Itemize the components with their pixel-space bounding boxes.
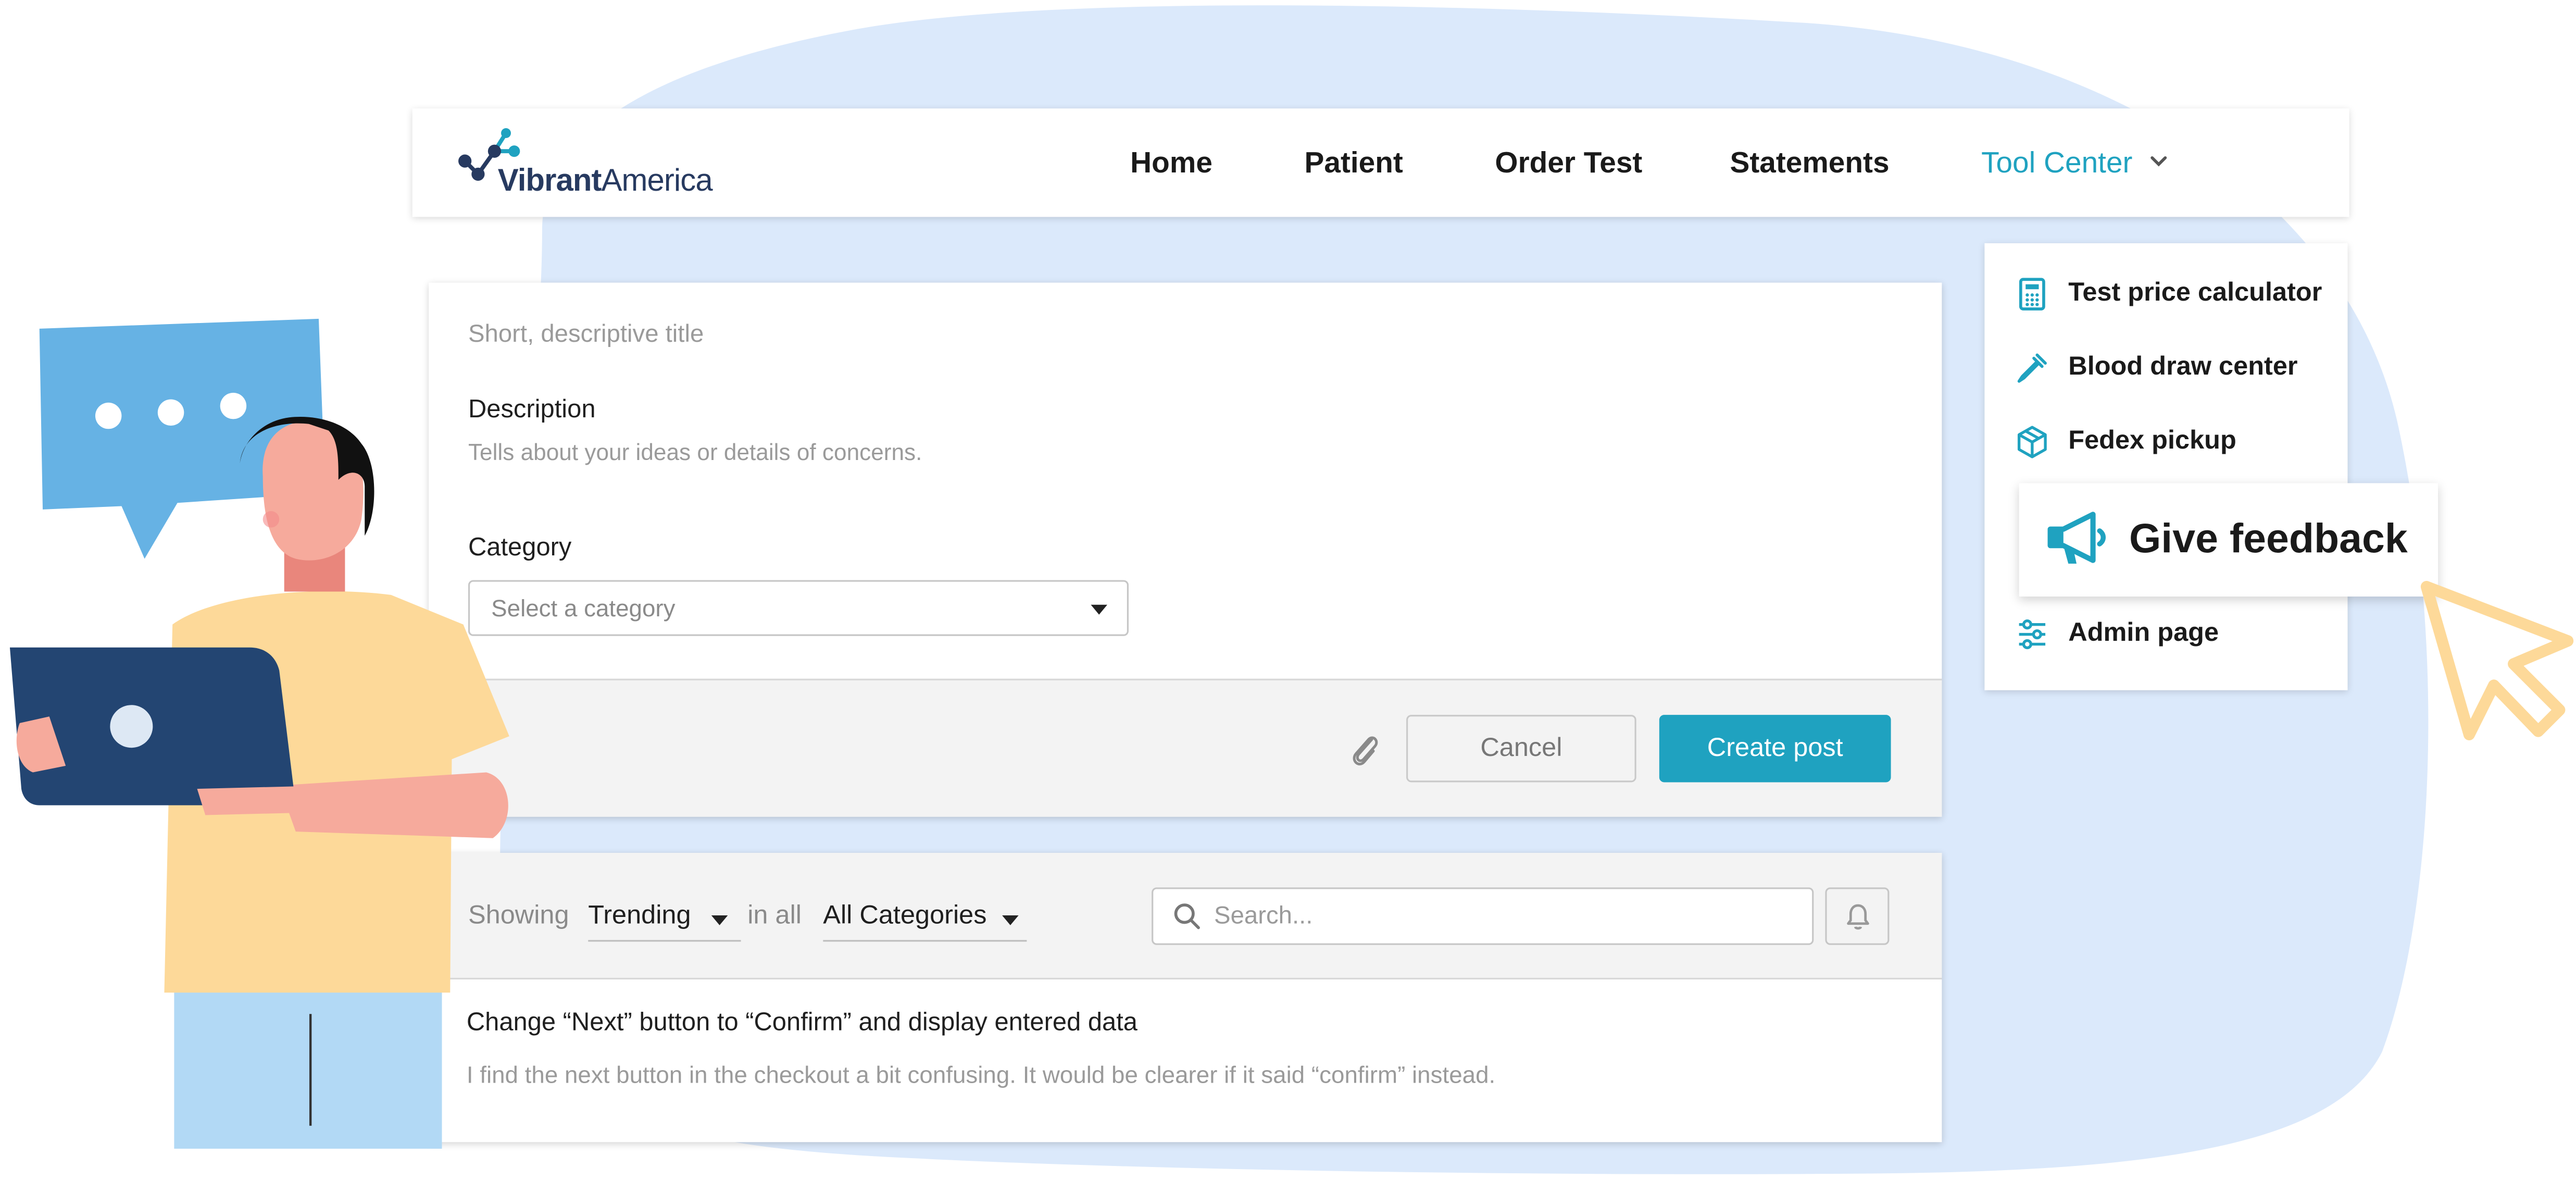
nav-item-patient[interactable]: Patient	[1305, 146, 1403, 181]
brand-logo[interactable]: VibrantAmerica	[455, 128, 718, 201]
megaphone-icon	[2047, 512, 2106, 564]
search-icon	[1174, 903, 1200, 929]
nav-item-statements[interactable]: Statements	[1730, 146, 1889, 181]
sort-dropdown[interactable]: Trending	[588, 902, 741, 942]
category-select[interactable]: Select a category	[468, 580, 1129, 636]
menu-item-label: Admin page	[2068, 619, 2219, 648]
menu-item-label: Blood draw center	[2068, 353, 2298, 381]
stage: VibrantAmerica Home Patient Order Test S…	[0, 0, 2576, 1178]
post-item-title[interactable]: Change “Next” button to “Confirm” and di…	[467, 1009, 1137, 1039]
top-navbar: VibrantAmerica Home Patient Order Test S…	[412, 108, 2349, 217]
brand-name-bold: Vibrant	[497, 164, 602, 199]
post-list-card: Showing Trending in all All Categories S…	[429, 853, 1942, 1143]
post-item-body: I find the next button in the checkout a…	[466, 1063, 1496, 1090]
sliders-icon	[2019, 619, 2046, 650]
category-filter-dropdown[interactable]: All Categories	[823, 902, 1027, 942]
pipette-icon	[2017, 353, 2047, 383]
tool-center-menu: Test price calculator Blood draw center …	[1984, 243, 2348, 690]
category-filter-value: All Categories	[823, 902, 987, 930]
post-form-footer: Cancel Create post	[429, 678, 1942, 817]
description-input[interactable]: Tells about your ideas or details of con…	[468, 439, 922, 465]
cursor-arrow-icon	[2420, 581, 2574, 741]
in-all-label: in all	[747, 902, 802, 930]
bell-icon	[1847, 904, 1869, 930]
notifications-button[interactable]	[1825, 887, 1890, 945]
calculator-icon	[2019, 278, 2045, 311]
chevron-down-icon[interactable]	[2149, 151, 2169, 171]
filter-bar: Showing Trending in all All Categories S…	[429, 853, 1942, 979]
menu-item-label: Test price calculator	[2068, 279, 2322, 307]
create-post-button[interactable]: Create post	[1659, 715, 1891, 783]
person-with-laptop-illustration	[9, 318, 509, 1149]
nav-item-tool-center[interactable]: Tool Center	[1981, 146, 2132, 181]
search-input[interactable]: Search...	[1152, 887, 1814, 945]
menu-item-label: Fedex pickup	[2068, 427, 2236, 455]
brand-name-light: America	[601, 164, 713, 199]
give-feedback-label: Give feedback	[2129, 516, 2408, 562]
caret-down-icon	[1091, 604, 1107, 615]
search-placeholder: Search...	[1214, 902, 1313, 930]
menu-item-give-feedback[interactable]: Give feedback	[2019, 483, 2438, 597]
paperclip-icon[interactable]	[1347, 728, 1383, 771]
package-icon	[2017, 426, 2047, 458]
cancel-button[interactable]: Cancel	[1406, 715, 1636, 783]
create-post-card: Short, descriptive title Description Tel…	[429, 282, 1942, 817]
caret-down-icon	[710, 915, 727, 925]
nav-item-order-test[interactable]: Order Test	[1495, 146, 1642, 181]
brand-wordmark: VibrantAmerica	[497, 164, 713, 200]
caret-down-icon	[1001, 915, 1018, 925]
nav-item-home[interactable]: Home	[1130, 146, 1212, 181]
sort-dropdown-value: Trending	[588, 902, 691, 930]
